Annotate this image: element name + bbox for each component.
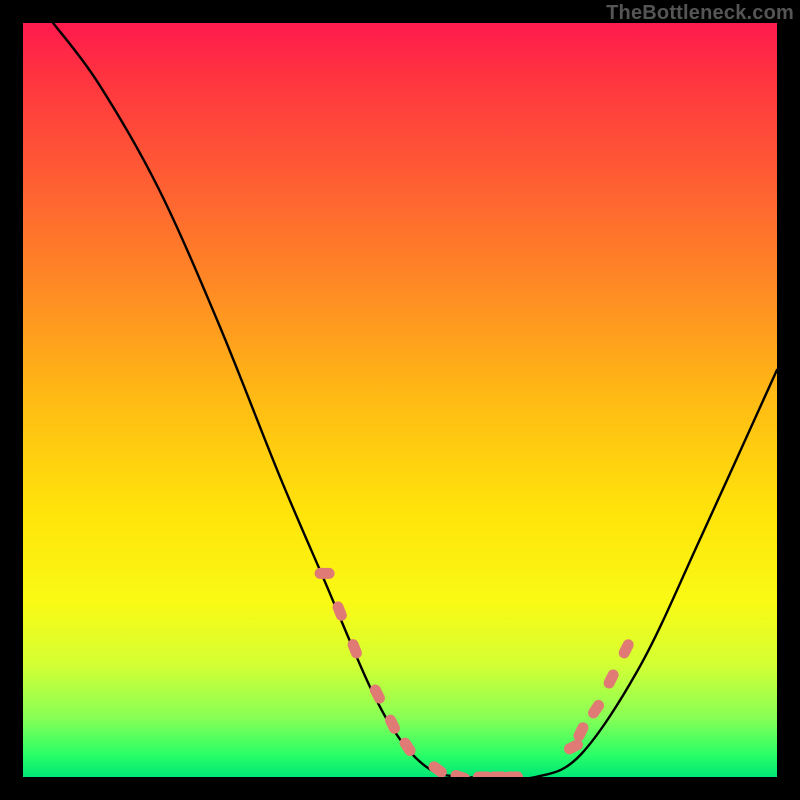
bottleneck-curve — [53, 23, 777, 777]
chart-svg — [23, 23, 777, 777]
marker-point — [503, 772, 523, 778]
marker-point — [586, 698, 606, 721]
marker-point — [449, 769, 471, 777]
marker-point — [315, 568, 335, 579]
marker-point — [617, 637, 636, 660]
chart-frame — [23, 23, 777, 777]
watermark-text: TheBottleneck.com — [606, 2, 794, 25]
marker-point — [426, 759, 449, 777]
marker-point — [572, 720, 591, 743]
curve-layer — [53, 23, 777, 777]
marker-point — [602, 668, 621, 691]
